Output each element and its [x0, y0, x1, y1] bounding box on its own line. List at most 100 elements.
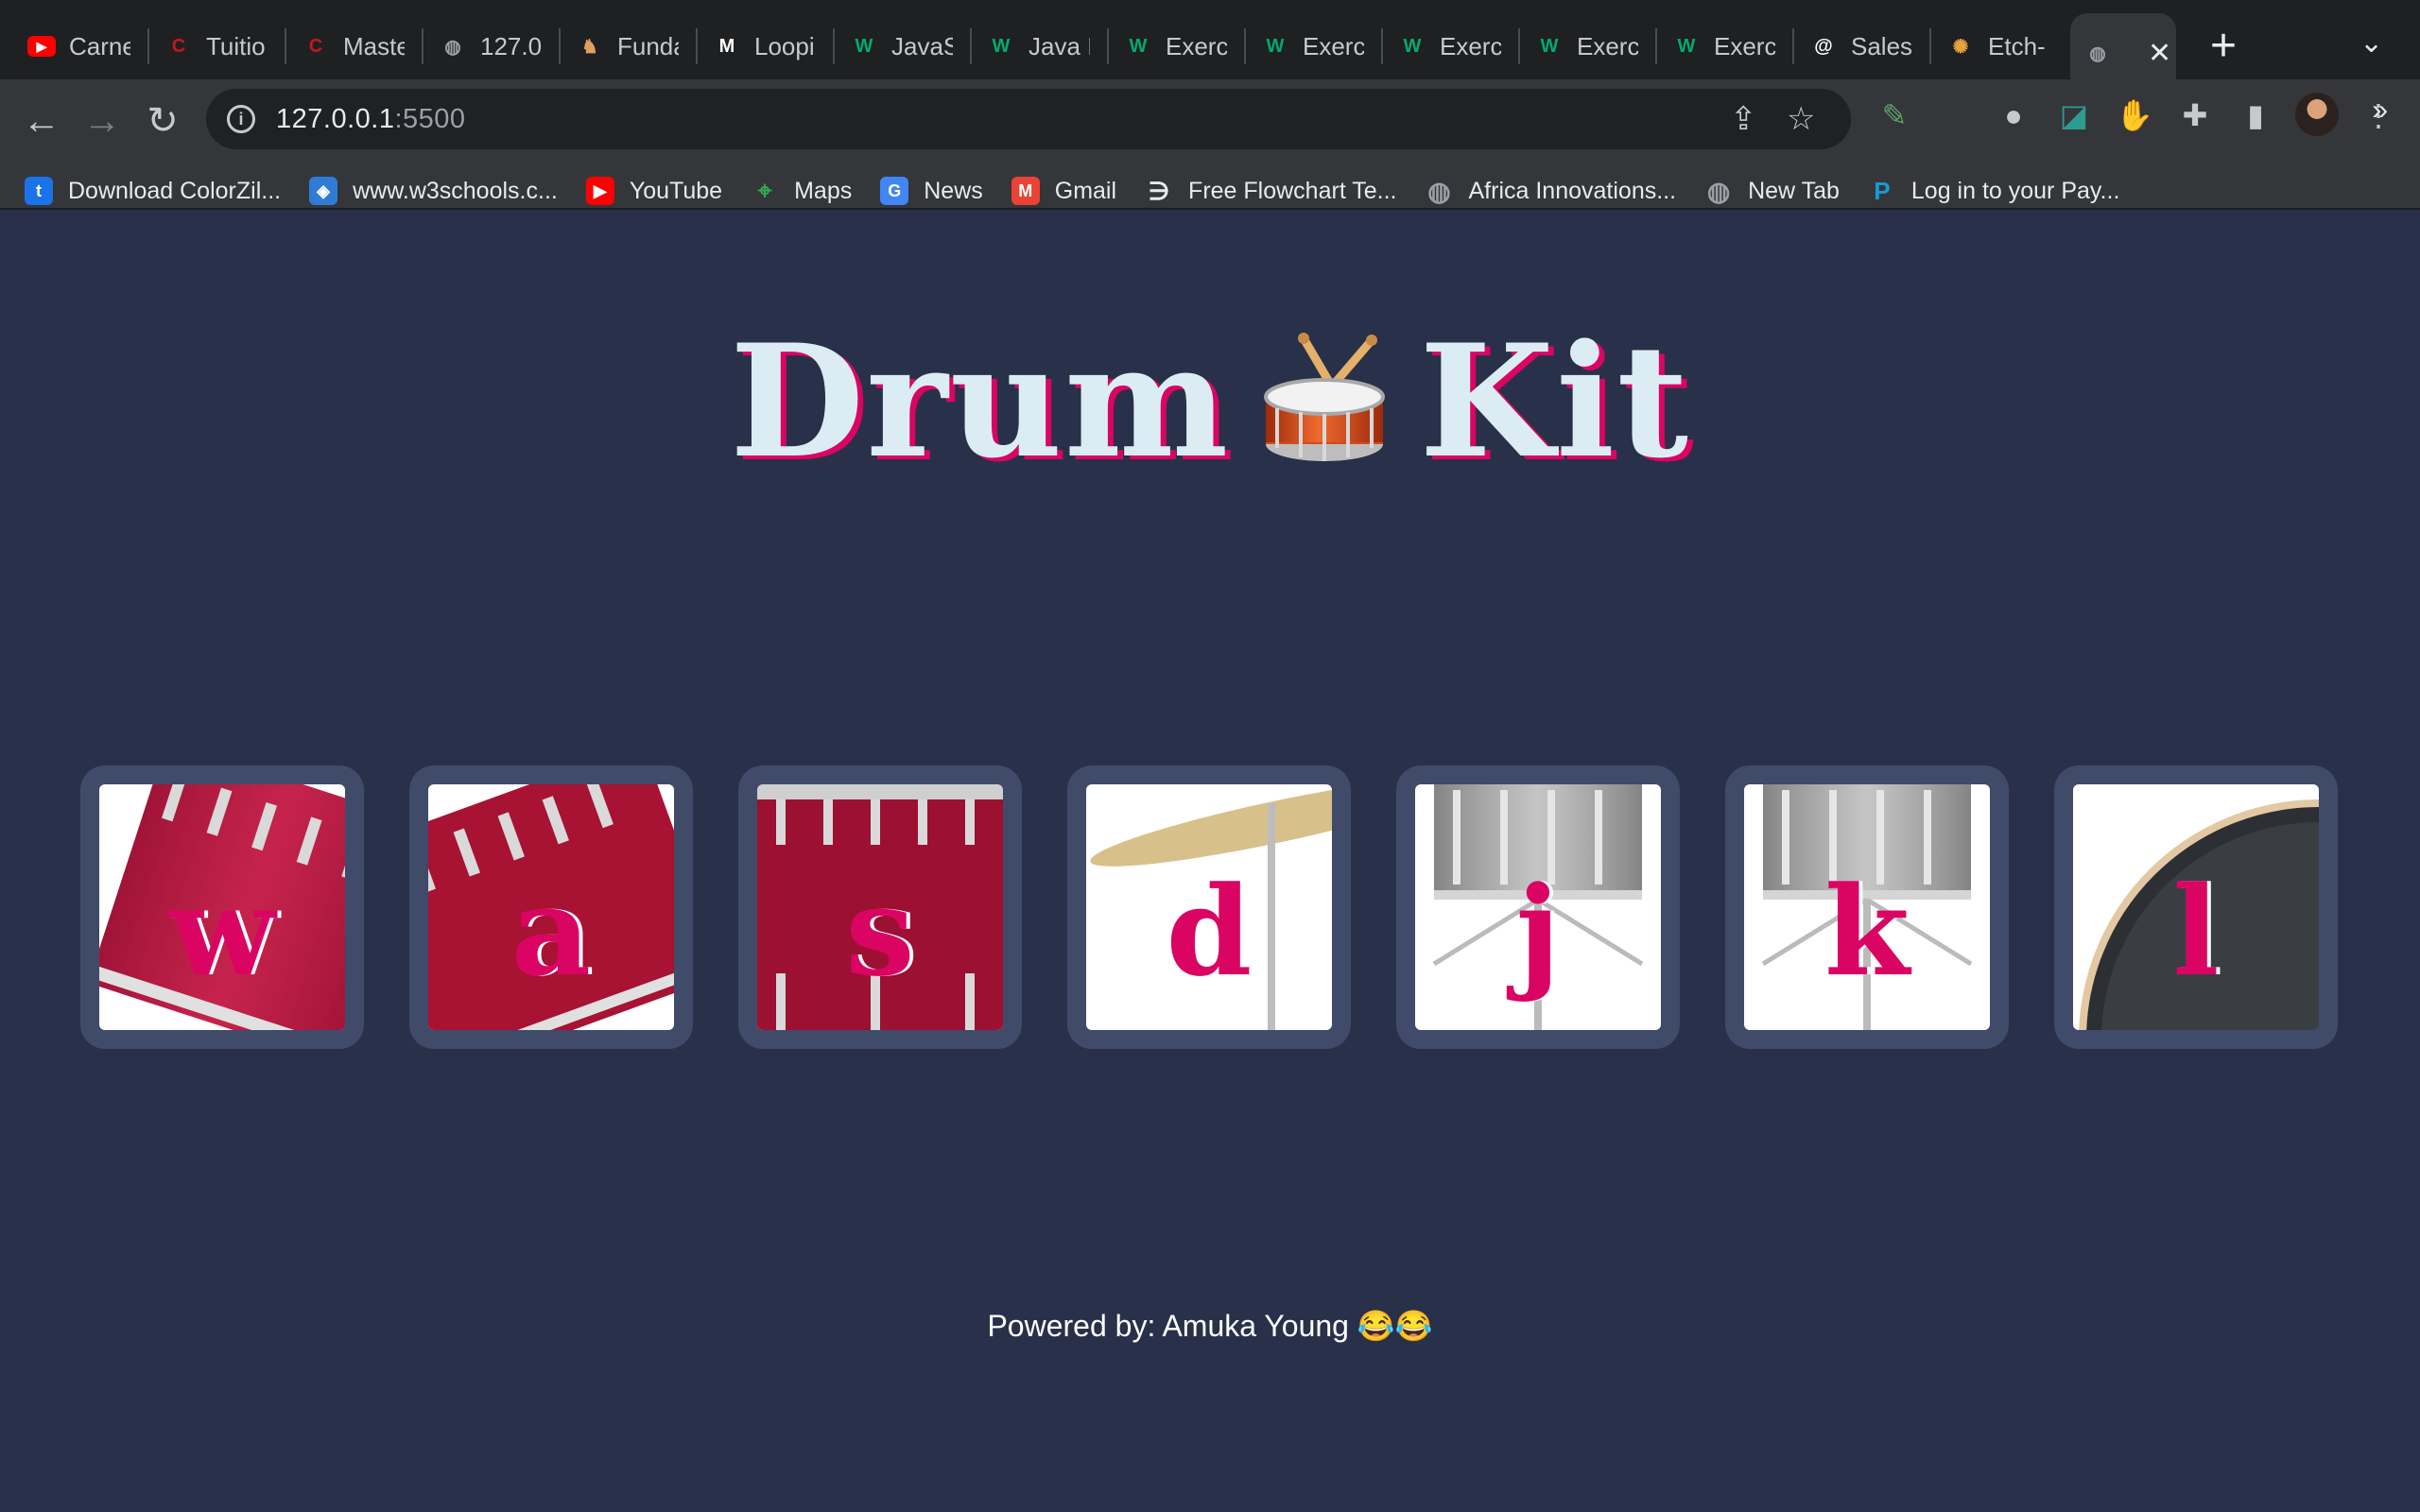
drum-pad-face[interactable]: s	[757, 784, 1003, 1030]
tab-separator	[1381, 28, 1383, 64]
bookmark-label: Free Flowchart Te...	[1188, 177, 1397, 204]
tab-separator	[1107, 28, 1109, 64]
extension-pen-icon[interactable]: ✎	[1872, 93, 1917, 138]
gmail-icon: M	[1011, 177, 1040, 205]
drum-pad-d[interactable]: d	[1067, 765, 1351, 1049]
back-button[interactable]: ←	[15, 94, 68, 147]
drum-pad-w[interactable]: w	[80, 765, 364, 1049]
tab[interactable]: W Java I	[974, 13, 1103, 79]
tab-search-chevron-icon[interactable]: ⌄	[2360, 26, 2383, 60]
tab-close-icon[interactable]: ✕	[2148, 37, 2171, 70]
tab-separator	[1655, 28, 1657, 64]
drum-pad-face[interactable]: k	[1744, 784, 1990, 1030]
tab[interactable]: W Exerc	[1659, 13, 1789, 79]
youtube-icon: ▶	[27, 36, 56, 57]
title-word-kit: Kit	[1419, 310, 1690, 492]
tab-label: Etch-	[1988, 31, 2046, 60]
tab-label: Exerc	[1714, 31, 1775, 60]
bookmark-item[interactable]: ⌖ Maps	[751, 176, 852, 205]
tab[interactable]: W Exerc	[1385, 13, 1514, 79]
bookmark-item[interactable]: ∋ Free Flowchart Te...	[1145, 177, 1397, 205]
bookmark-star-icon[interactable]: ☆	[1787, 100, 1815, 138]
drum-key-label: s	[845, 858, 915, 1004]
extension-screenshot-icon[interactable]: ◪	[2051, 93, 2097, 138]
tab[interactable]: ♞ Funda	[562, 13, 692, 79]
drum-key-label: l	[2172, 858, 2220, 1004]
title-word-drum: Drum	[730, 310, 1231, 492]
bookmark-item[interactable]: M Gmail	[1011, 177, 1116, 205]
site-info-icon[interactable]: i	[227, 105, 255, 133]
tab-separator	[696, 28, 698, 64]
tab[interactable]: C Tuitio	[151, 13, 281, 79]
bookmark-item[interactable]: ▶ YouTube	[585, 177, 723, 205]
address-bar[interactable]: i 127.0.0.1:5500 ⇪ ☆	[206, 89, 1851, 149]
tab[interactable]: ✺ Etch-	[1933, 13, 2063, 79]
drum-pad-l[interactable]: l	[2054, 765, 2338, 1049]
bookmark-item[interactable]: ◍ Africa Innovations...	[1426, 176, 1677, 206]
drum-pad-face[interactable]: d	[1086, 784, 1332, 1030]
tab[interactable]: W Exerc	[1248, 13, 1377, 79]
news-icon: G	[880, 177, 909, 205]
tab[interactable]: M Loopi	[700, 13, 829, 79]
mascot-icon: ♞	[581, 36, 598, 58]
youtube-icon: ▶	[585, 177, 614, 205]
globe-icon: ◍	[2089, 43, 2106, 64]
tab-separator	[559, 28, 561, 64]
drum-pad-face[interactable]: j	[1415, 784, 1661, 1030]
drum-pad-set: w a s d jk l	[80, 765, 2340, 1049]
tab-label: JavaS	[891, 31, 953, 60]
tab-label: Exerc	[1577, 31, 1638, 60]
tab[interactable]: W JavaS	[837, 13, 966, 79]
drum-icon	[1258, 319, 1391, 461]
drum-pad-k[interactable]: k	[1725, 765, 2009, 1049]
drum-pad-face[interactable]: a	[428, 784, 674, 1030]
extension-hand-icon[interactable]: ✋	[2112, 93, 2157, 138]
tab-separator	[1244, 28, 1246, 64]
tab[interactable]: W Exerc	[1111, 13, 1240, 79]
drum-pad-j[interactable]: j	[1396, 765, 1680, 1049]
tab[interactable]: W Exerc	[1522, 13, 1651, 79]
tab[interactable]: ▶ Carne	[14, 13, 144, 79]
tab-label: Funda	[617, 31, 679, 60]
profile-avatar[interactable]	[2295, 93, 2339, 136]
forward-button[interactable]: →	[76, 94, 129, 147]
tab[interactable]: @ Sales	[1796, 13, 1926, 79]
bookmark-item[interactable]: P Log in to your Pay...	[1868, 176, 2120, 205]
maps-icon: ⌖	[757, 176, 772, 204]
paypal-icon: P	[1874, 176, 1891, 205]
bookmark-label: Log in to your Pay...	[1910, 177, 2120, 204]
extensions-puzzle-icon[interactable]: ✚	[2172, 93, 2218, 138]
w3schools-icon: W	[1677, 35, 1696, 57]
share-icon[interactable]: ⇪	[1730, 100, 1757, 138]
tab-label: Loopi	[754, 31, 815, 60]
new-tab-button[interactable]: +	[2210, 23, 2237, 70]
drum-pad-face[interactable]: l	[2073, 784, 2319, 1030]
bookmark-item[interactable]: ◍ New Tab	[1704, 177, 1840, 206]
globe-icon: ◍	[1427, 176, 1451, 206]
tab-label: Exerc	[1440, 31, 1501, 60]
drum-pad-a[interactable]: a	[409, 765, 693, 1049]
tab[interactable]: ◍ 127.0	[425, 13, 555, 79]
side-panel-icon[interactable]: ▮	[2233, 93, 2278, 138]
drum-pad-face[interactable]: w	[99, 784, 345, 1030]
palette-icon: ✺	[1952, 36, 1969, 58]
bookmark-label: YouTube	[629, 177, 723, 204]
tab-separator	[285, 28, 286, 64]
tab[interactable]: C Maste	[288, 13, 418, 79]
drum-pad-s[interactable]: s	[738, 765, 1022, 1049]
reload-button[interactable]: ↻	[136, 94, 189, 147]
bookmark-item[interactable]: t Download ColorZil...	[25, 177, 281, 205]
bookmark-item[interactable]: G News	[880, 177, 983, 205]
w3schools-icon: W	[855, 35, 873, 57]
bookmark-label: Africa Innovations...	[1468, 177, 1677, 204]
address-url[interactable]: 127.0.0.1:5500	[276, 104, 466, 135]
drum-key-label: w	[169, 858, 275, 1004]
bookmark-item[interactable]: ◈ www.w3schools.c...	[309, 177, 558, 205]
tab-separator	[1929, 28, 1931, 64]
bookmark-label: New Tab	[1748, 177, 1840, 204]
bookmarks-overflow-icon[interactable]: »	[2372, 94, 2388, 127]
tab-label: Maste	[343, 31, 405, 60]
extension-mouse-icon[interactable]: ●	[1991, 93, 2036, 138]
tab-label: 127.0	[480, 31, 542, 60]
drum-key-label: d	[1166, 858, 1253, 1004]
